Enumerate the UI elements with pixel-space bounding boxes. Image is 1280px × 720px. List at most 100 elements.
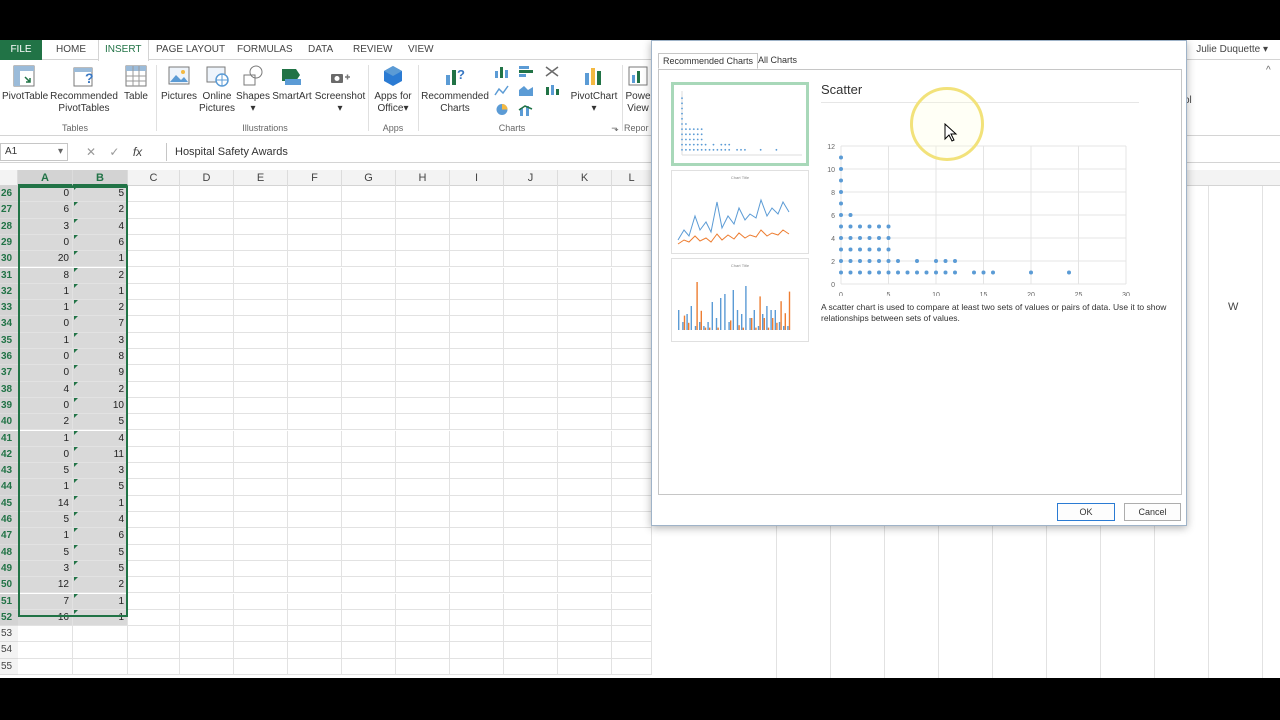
cell-empty[interactable]	[288, 414, 342, 431]
cell-empty[interactable]	[342, 626, 396, 643]
cell-a[interactable]: 3	[18, 218, 73, 235]
row-header[interactable]: 33	[0, 300, 18, 317]
cell-b[interactable]: 4	[73, 512, 128, 529]
cell-b[interactable]: 6	[73, 528, 128, 545]
cell-empty[interactable]	[504, 267, 558, 284]
cell-empty[interactable]	[612, 397, 652, 415]
cell-empty[interactable]	[450, 593, 504, 610]
cell-empty[interactable]	[558, 202, 612, 219]
cell-empty[interactable]	[288, 381, 342, 398]
cell-empty[interactable]	[128, 512, 180, 529]
cell-empty[interactable]	[612, 251, 652, 268]
thumbnail-line[interactable]: Chart Title	[671, 170, 809, 254]
cell-empty[interactable]	[612, 609, 652, 627]
cell-empty[interactable]	[612, 381, 652, 398]
column-header-h[interactable]: H	[396, 170, 450, 186]
cell-empty[interactable]	[558, 283, 612, 301]
row-header[interactable]: 37	[0, 365, 18, 382]
cell-empty[interactable]	[342, 593, 396, 610]
recommended-pivottables-button[interactable]: ? Recommended PivotTables	[50, 63, 118, 115]
cell-empty[interactable]	[128, 642, 180, 659]
cell-empty[interactable]	[504, 218, 558, 235]
cell-empty[interactable]	[612, 316, 652, 333]
cell-empty[interactable]	[558, 512, 612, 529]
cell-empty[interactable]	[504, 430, 558, 447]
row-header[interactable]: 39	[0, 397, 18, 415]
column-header-w[interactable]: W	[1228, 301, 1238, 313]
cell-empty[interactable]	[288, 593, 342, 610]
cell-b[interactable]: 3	[73, 463, 128, 480]
tab-all-charts[interactable]: All Charts	[754, 53, 801, 69]
cell-empty[interactable]	[558, 528, 612, 545]
column-header-f[interactable]: F	[288, 170, 342, 186]
line-chart-icon[interactable]	[494, 84, 510, 97]
cell-empty[interactable]	[504, 593, 558, 610]
cancel-button[interactable]: Cancel	[1124, 503, 1181, 521]
cell-empty[interactable]	[612, 479, 652, 496]
cell-empty[interactable]	[612, 463, 652, 480]
recommended-charts-button[interactable]: ? Recommended Charts	[420, 63, 490, 115]
cell-empty[interactable]	[450, 512, 504, 529]
cell-empty[interactable]	[450, 316, 504, 333]
cell-empty[interactable]	[128, 495, 180, 512]
column-header-l[interactable]: L	[612, 170, 652, 186]
cell-empty[interactable]	[180, 316, 234, 333]
cell-empty[interactable]	[504, 577, 558, 594]
cell-empty[interactable]	[288, 218, 342, 235]
column-header-e[interactable]: E	[234, 170, 288, 186]
cell-empty[interactable]	[396, 186, 450, 203]
cell-empty[interactable]	[180, 626, 234, 643]
row-header[interactable]: 29	[0, 234, 18, 252]
cell-b[interactable]: 8	[73, 349, 128, 366]
cell-empty[interactable]	[450, 463, 504, 480]
cell-empty[interactable]	[234, 528, 288, 545]
cell-empty[interactable]	[558, 430, 612, 447]
cell-empty[interactable]	[342, 560, 396, 578]
cell-empty[interactable]	[180, 414, 234, 431]
cell-b[interactable]: 4	[73, 430, 128, 447]
cell-a[interactable]: 1	[18, 283, 73, 301]
row-header[interactable]: 27	[0, 202, 18, 219]
cell-empty[interactable]	[396, 332, 450, 349]
cell-b[interactable]: 1	[73, 251, 128, 268]
cell-empty[interactable]	[504, 414, 558, 431]
cell-empty[interactable]	[180, 512, 234, 529]
cell-empty[interactable]	[288, 446, 342, 464]
cell-empty[interactable]	[450, 609, 504, 627]
cell-empty[interactable]	[504, 397, 558, 415]
row-header[interactable]: 53	[0, 626, 18, 643]
cell-empty[interactable]	[450, 186, 504, 203]
pictures-button[interactable]: Pictures	[160, 63, 198, 103]
cell-empty[interactable]	[396, 218, 450, 235]
cell-empty[interactable]	[396, 463, 450, 480]
row-header[interactable]: 43	[0, 463, 18, 480]
cell-empty[interactable]	[128, 528, 180, 545]
cell-empty[interactable]	[342, 512, 396, 529]
cell-empty[interactable]	[396, 414, 450, 431]
cell-empty[interactable]	[342, 186, 396, 203]
scatter-chart-icon[interactable]	[544, 65, 560, 78]
cell-empty[interactable]	[396, 349, 450, 366]
column-header-c[interactable]: C	[128, 170, 180, 186]
cell-empty[interactable]	[450, 365, 504, 382]
cell-b[interactable]: 6	[73, 234, 128, 252]
cell-empty[interactable]	[612, 234, 652, 252]
cell-empty[interactable]	[396, 300, 450, 317]
cell-empty[interactable]	[612, 626, 652, 643]
cell-empty[interactable]	[234, 234, 288, 252]
cell-empty[interactable]	[558, 349, 612, 366]
cell-empty[interactable]	[342, 381, 396, 398]
cell-a[interactable]: 0	[18, 349, 73, 366]
cell-empty[interactable]	[234, 381, 288, 398]
cell-empty[interactable]	[450, 495, 504, 512]
cell-a[interactable]: 4	[18, 381, 73, 398]
cell-b[interactable]: 2	[73, 300, 128, 317]
cell-empty[interactable]	[180, 202, 234, 219]
cell-a[interactable]: 1	[18, 479, 73, 496]
cell-empty[interactable]	[234, 300, 288, 317]
cell-empty[interactable]	[180, 251, 234, 268]
cell-empty[interactable]	[396, 512, 450, 529]
tab-formulas[interactable]: FORMULAS	[231, 40, 299, 60]
cell-empty[interactable]	[128, 186, 180, 203]
cell-empty[interactable]	[288, 332, 342, 349]
